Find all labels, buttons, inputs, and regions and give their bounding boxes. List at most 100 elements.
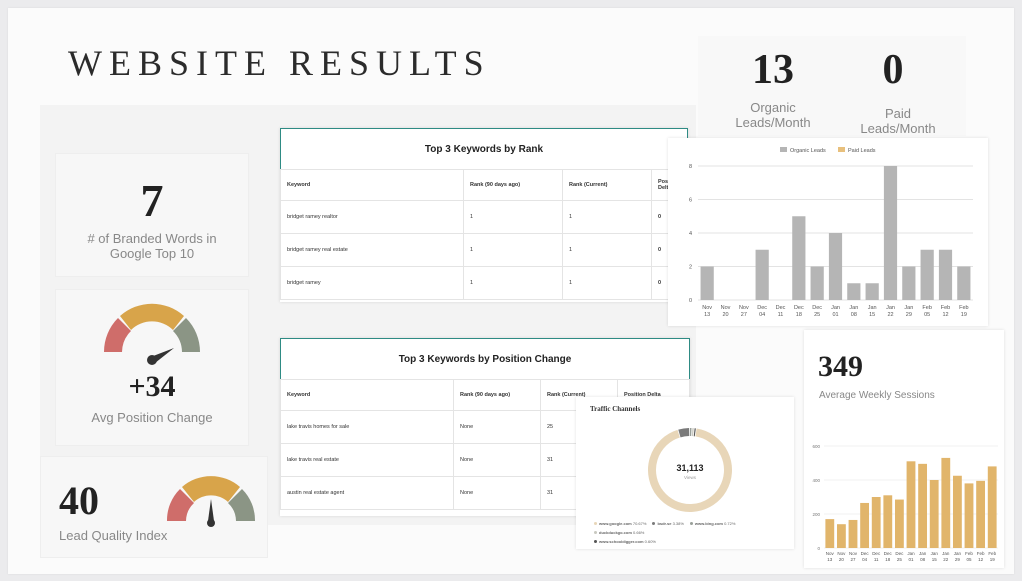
bar xyxy=(848,519,858,548)
x-tick-label: 15 xyxy=(932,557,938,562)
legend-value: 70.67% xyxy=(632,521,647,526)
traffic-title: Traffic Channels xyxy=(590,405,641,413)
paid-leads-value: 0 xyxy=(882,47,904,93)
x-tick-label: 29 xyxy=(955,557,961,562)
legend-label: www.bing.com xyxy=(694,521,725,526)
legend-item: duckduckgo.com 0.66% xyxy=(594,530,644,535)
table-row: bridget ramey 1 1 0 xyxy=(280,266,688,300)
bar xyxy=(836,524,846,548)
bar xyxy=(860,502,870,548)
bar xyxy=(825,519,835,548)
x-tick-label: Feb xyxy=(988,551,996,556)
bar xyxy=(883,166,898,300)
x-tick-label: Dec xyxy=(812,305,822,311)
x-tick-label: 12 xyxy=(942,312,948,318)
avg-position-label: Avg Position Change xyxy=(91,410,213,425)
avg-position-value: +34 xyxy=(128,370,176,403)
legend-dot xyxy=(652,522,656,525)
legend-label: duckduckgo.com xyxy=(599,530,634,535)
x-tick-label: Jan xyxy=(942,551,950,556)
bar xyxy=(920,249,934,300)
y-tick-label: 4 xyxy=(689,231,692,237)
avg-position-card: +34 Avg Position Change xyxy=(55,289,249,446)
x-tick-label: Nov xyxy=(702,305,712,311)
x-tick-label: Dec xyxy=(895,551,904,556)
x-tick-label: Feb xyxy=(965,551,973,556)
sessions-bar-chart: 0200400600Nov13Nov20Nov27Dec04Dec11Dec18… xyxy=(812,444,998,562)
keyword-cell: lake travis real estate xyxy=(280,443,454,477)
legend-value: 0.60% xyxy=(644,539,656,544)
rank-old-cell: None xyxy=(453,443,541,477)
x-tick-label: Dec xyxy=(757,305,767,311)
rank-current-cell: 1 xyxy=(562,266,652,300)
x-tick-label: Feb xyxy=(941,305,950,311)
x-tick-label: Dec xyxy=(776,305,786,311)
x-tick-label: 22 xyxy=(887,312,893,318)
x-tick-label: 18 xyxy=(885,557,891,562)
x-tick-label: Jan xyxy=(919,551,927,556)
keywords-rank-panel: Top 3 Keywords by Rank Keyword Rank (90 … xyxy=(280,128,688,302)
x-tick-label: 25 xyxy=(814,312,820,318)
bar xyxy=(929,480,939,548)
x-tick-label: 20 xyxy=(839,557,845,562)
bar xyxy=(938,249,953,300)
x-tick-label: 13 xyxy=(827,557,833,562)
x-tick-label: Jan xyxy=(931,551,939,556)
column-header: Rank (90 days ago) xyxy=(453,379,541,411)
lead-quality-value: 40 xyxy=(59,478,99,523)
keywords-rank-title: Top 3 Keywords by Rank xyxy=(280,128,688,169)
legend-value: 0.66% xyxy=(633,530,645,535)
bar xyxy=(755,249,769,300)
y-tick-label: 0 xyxy=(817,546,820,551)
bar xyxy=(941,457,951,548)
x-tick-label: Feb xyxy=(977,551,985,556)
x-tick-label: Dec xyxy=(794,305,804,311)
bar xyxy=(976,480,986,548)
x-tick-label: 04 xyxy=(759,312,765,318)
x-tick-label: 27 xyxy=(850,557,856,562)
bar xyxy=(865,283,879,300)
bar xyxy=(957,266,971,300)
bar xyxy=(883,495,893,548)
table-header-row: Keyword Rank (90 days ago) Rank (Current… xyxy=(280,169,688,201)
x-tick-label: 19 xyxy=(990,557,996,562)
branded-words-label: # of Branded Words in Google Top 10 xyxy=(87,231,217,261)
bar xyxy=(828,233,843,300)
leads-bar-chart: 02468Organic Leads Paid LeadsNov13Nov20No… xyxy=(689,147,973,318)
x-tick-label: Jan xyxy=(954,551,962,556)
bar xyxy=(902,266,916,300)
x-tick-label: 19 xyxy=(961,312,967,318)
paid-leads-label: Paid Leads/Month xyxy=(860,106,936,136)
table-row: bridget ramey real estate 1 1 0 xyxy=(280,233,688,267)
x-tick-label: Jan xyxy=(886,305,895,311)
x-tick-label: Feb xyxy=(959,305,968,311)
x-tick-label: 25 xyxy=(897,557,903,562)
column-header: Keyword xyxy=(280,379,454,411)
x-tick-label: Jan xyxy=(849,305,858,311)
traffic-legend: www.google.com 70.67% bsdr.se 3.38% www.bi… xyxy=(594,519,784,546)
x-tick-label: 18 xyxy=(796,312,802,318)
x-tick-label: 05 xyxy=(924,312,930,318)
keyword-cell: bridget ramey xyxy=(280,266,464,300)
lead-quality-card: 40 Lead Quality Index xyxy=(40,456,268,558)
bar xyxy=(894,499,904,548)
legend-label: Paid Leads xyxy=(848,148,876,154)
bar xyxy=(906,461,916,548)
traffic-panel: Traffic Channels 31,113 Views www.google… xyxy=(576,397,794,549)
x-tick-label: 08 xyxy=(851,312,857,318)
rank-current-cell: 1 xyxy=(562,200,652,234)
x-tick-label: Nov xyxy=(826,551,835,556)
x-tick-label: Jan xyxy=(831,305,840,311)
legend-value: 3.38% xyxy=(672,521,684,526)
x-tick-label: 27 xyxy=(741,312,747,318)
traffic-total-label: Views xyxy=(684,475,696,480)
y-tick-label: 600 xyxy=(812,444,820,449)
legend-dot xyxy=(594,522,597,525)
y-tick-label: 0 xyxy=(689,298,692,304)
y-tick-label: 8 xyxy=(689,164,692,170)
x-tick-label: Dec xyxy=(884,551,893,556)
organic-leads-value: 13 xyxy=(752,47,794,93)
bar xyxy=(987,466,997,548)
legend-swatch xyxy=(838,147,845,152)
x-tick-label: 11 xyxy=(874,557,879,562)
